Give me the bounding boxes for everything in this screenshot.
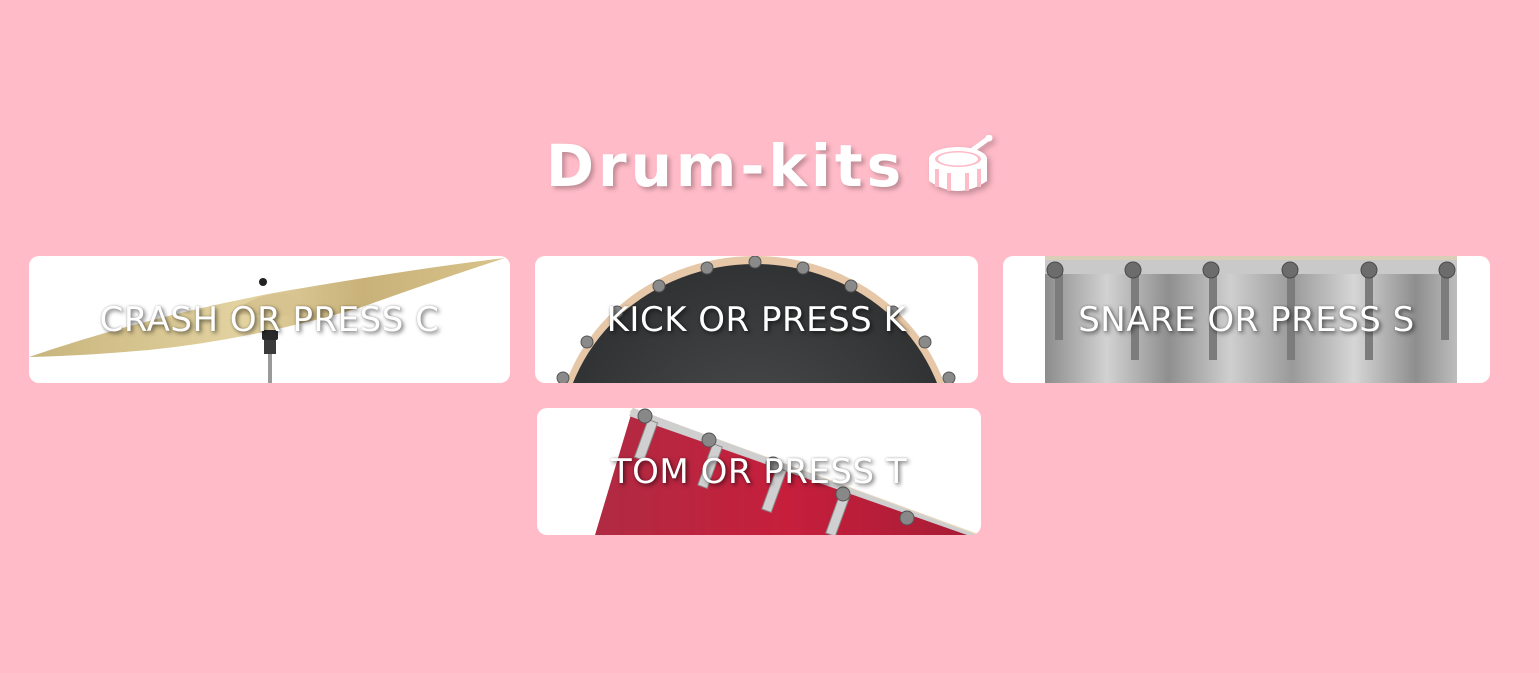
crash-pad[interactable]: CRASH OR PRESS C bbox=[29, 256, 510, 383]
kick-pad[interactable]: KICK OR PRESS K bbox=[535, 256, 978, 383]
tom-pad[interactable]: TOM OR PRESS T bbox=[537, 408, 981, 535]
snare-pad[interactable]: SNARE OR PRESS S bbox=[1003, 256, 1490, 383]
drum-icon bbox=[929, 135, 993, 191]
page-title: Drum-kits bbox=[545, 132, 906, 200]
crash-label: CRASH OR PRESS C bbox=[99, 299, 440, 340]
tom-label: TOM OR PRESS T bbox=[610, 451, 908, 492]
header: Drum-kits bbox=[0, 126, 1539, 206]
snare-label: SNARE OR PRESS S bbox=[1078, 299, 1415, 340]
kick-label: KICK OR PRESS K bbox=[606, 299, 907, 340]
